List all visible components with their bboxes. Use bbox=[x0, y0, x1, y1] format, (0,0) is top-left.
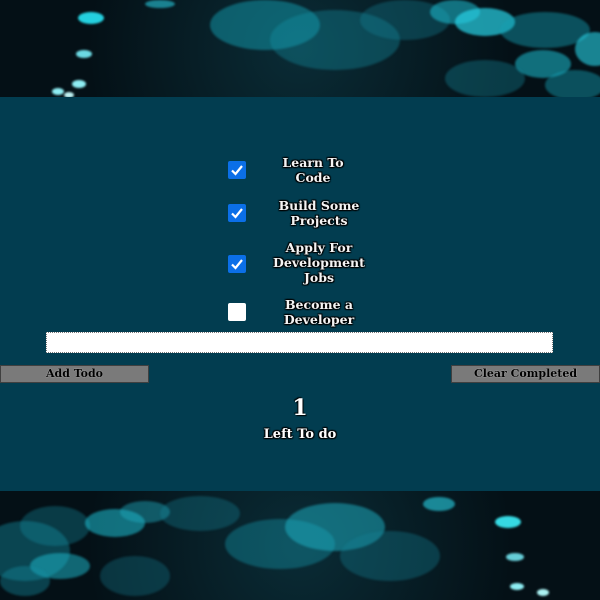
todo-item[interactable]: Become a Developer bbox=[228, 297, 384, 327]
add-todo-button[interactable]: Add Todo bbox=[0, 365, 149, 383]
todo-label: Apply For Development Jobs bbox=[273, 240, 365, 285]
todo-item[interactable]: Learn To Code bbox=[228, 155, 354, 185]
todo-checkbox[interactable] bbox=[228, 254, 246, 273]
todo-label: Learn To Code bbox=[282, 155, 344, 185]
background-image-bottom bbox=[0, 491, 600, 600]
todo-label: Build Some Projects bbox=[278, 198, 360, 228]
remaining-label: Left To do bbox=[263, 427, 337, 442]
todo-checkbox[interactable] bbox=[228, 161, 246, 179]
checkmark-icon bbox=[231, 258, 243, 270]
checkmark-icon bbox=[231, 208, 243, 219]
todo-checkbox[interactable] bbox=[228, 303, 246, 321]
checkmark-icon bbox=[231, 165, 243, 176]
clear-completed-button[interactable]: Clear Completed bbox=[451, 365, 600, 383]
todo-label: Become a Developer bbox=[283, 297, 355, 327]
new-todo-input[interactable] bbox=[46, 332, 553, 353]
background-image-top bbox=[0, 0, 600, 97]
add-todo-label: Add Todo bbox=[45, 367, 104, 380]
todo-item[interactable]: Apply For Development Jobs bbox=[228, 240, 378, 285]
todo-checkbox[interactable] bbox=[228, 204, 246, 222]
todo-item[interactable]: Build Some Projects bbox=[228, 198, 384, 228]
remaining-count: 1 bbox=[292, 395, 308, 421]
clear-completed-label: Clear Completed bbox=[473, 367, 578, 380]
